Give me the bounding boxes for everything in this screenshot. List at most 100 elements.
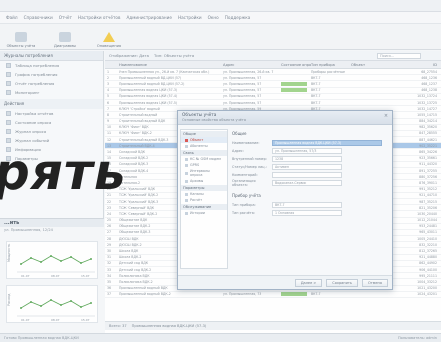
close-icon[interactable]: × xyxy=(383,113,389,119)
field-input[interactable]: Активен xyxy=(272,164,342,170)
journal-item[interactable]: График потребления xyxy=(0,70,103,79)
action-item[interactable]: Журнал опроса xyxy=(0,127,103,136)
row-id: 1030_20440 xyxy=(417,211,437,216)
row-id: 965_43011 xyxy=(419,230,437,235)
table-row[interactable]: 37 Промышленный водный ВДК-2 ул. Промышлен… xyxy=(105,292,441,298)
field-input[interactable]: 1238 xyxy=(272,156,342,162)
grid-search-input[interactable]: Поиск... xyxy=(377,53,421,59)
row-status xyxy=(281,292,311,297)
column-header[interactable]: ID xyxy=(391,63,441,67)
journal-item[interactable]: Мониторинг xyxy=(0,88,103,97)
menu-item[interactable]: Администрирование xyxy=(126,15,172,20)
action-item-label: Состояние опроса xyxy=(15,120,52,125)
nav-item[interactable]: Истории xyxy=(181,210,227,216)
field-label: Наименование: xyxy=(232,141,260,145)
row-id: 1005_24410 xyxy=(417,236,437,241)
status-left: Готово Промышленная водная ВДК-ЦКИ xyxy=(4,336,79,340)
nav-item-label: КС № GSM модем xyxy=(190,157,221,161)
row-id: 982_35620 xyxy=(419,125,437,130)
nav-item-label: GPRS xyxy=(190,163,200,167)
row-id: 1012_21044 xyxy=(417,218,437,223)
row-number: 2 xyxy=(107,75,110,80)
chart-point xyxy=(70,300,72,302)
journal-item-icon xyxy=(6,72,11,77)
field-input[interactable] xyxy=(272,172,342,178)
nav-item[interactable]: Абоненты xyxy=(181,143,227,149)
journal-item-icon xyxy=(6,63,11,68)
form-row: Статус/Номер лиц.: Активен xyxy=(232,163,390,171)
menu-item[interactable]: Настройки отчётов xyxy=(78,15,121,20)
diagrams-button[interactable]: Диаграммы xyxy=(48,24,82,50)
column-header[interactable]: Состояние опроса xyxy=(281,63,311,67)
form-row: Комментарий: xyxy=(232,171,390,179)
nav-item-label: Каналы xyxy=(190,192,204,196)
overlay-caption: рять xyxy=(0,143,127,201)
action-item[interactable]: Состояние опроса xyxy=(0,118,103,127)
field-input[interactable]: ВКТ-7 xyxy=(272,202,342,208)
nav-item[interactable]: Расчёт xyxy=(181,197,227,203)
save-button[interactable]: Сохранить xyxy=(326,278,358,287)
chart-axis-label: Расход xyxy=(7,293,11,306)
column-header[interactable]: Объект xyxy=(351,63,391,67)
row-number: 28 xyxy=(107,236,112,241)
journals-header: Журналы потребления xyxy=(0,51,103,61)
nav-item-icon xyxy=(185,163,188,167)
row-id: 1032_13724 xyxy=(417,94,437,99)
nav-item-icon xyxy=(185,198,188,202)
nav-item-label: Истории xyxy=(190,211,206,215)
chart-point xyxy=(90,258,92,260)
row-id: 468_1236 xyxy=(421,75,437,80)
journal-item[interactable]: Таблица потребления xyxy=(0,61,103,70)
menu-item[interactable]: Отчёт xyxy=(59,15,72,20)
dialog-navigation: Общие Объект Абоненты Связь КС № GSM модем GP… xyxy=(180,129,228,269)
row-id: 862_44902 xyxy=(419,261,437,266)
status-ok-bar xyxy=(281,81,307,86)
nav-item-icon xyxy=(185,192,188,196)
field-input[interactable]: 1 Основная xyxy=(272,210,342,216)
action-item-label: Журнал опроса xyxy=(15,129,47,134)
next-button[interactable]: Далее > xyxy=(294,278,323,287)
field-input[interactable]: Водоканал-Сервис xyxy=(272,180,342,186)
nav-item[interactable]: Архивы xyxy=(181,178,227,184)
row-device-type: ВКТ-7 xyxy=(311,94,321,99)
chart-point xyxy=(90,302,92,304)
journal-item-label: Мониторинг xyxy=(15,90,40,95)
chart-tick-label: 15.07 xyxy=(81,318,90,322)
field-input[interactable]: ул. Промышленная, 57/3 xyxy=(272,148,342,154)
field-input[interactable]: Промышленная водная ВДК-ЦКИ (57-3) xyxy=(272,140,382,146)
power-chart: Мощность 01.07 08.07 15.07 xyxy=(6,241,98,279)
type-filter-label[interactable]: Тип: Объекты учёта xyxy=(154,53,194,58)
journal-item[interactable]: Отчёт потребления xyxy=(0,79,103,88)
chart-point xyxy=(50,299,52,301)
menu-item[interactable]: Справочники xyxy=(24,15,53,20)
chart-point xyxy=(80,306,82,308)
column-header[interactable]: Наименование xyxy=(117,63,223,67)
row-id: 1032_13725 xyxy=(417,100,437,105)
row-id: 953_24481 xyxy=(419,224,437,229)
alerts-button[interactable]: Оповещения xyxy=(92,24,126,50)
display-mode-label[interactable]: Отображение: Дата xyxy=(109,53,149,58)
nav-item-label: Интервалы опроса xyxy=(189,169,210,177)
menu-item[interactable]: Окно xyxy=(208,15,219,20)
chart-point xyxy=(20,263,22,265)
row-status xyxy=(281,81,311,86)
row-number: 6 xyxy=(107,100,110,105)
menu-item[interactable]: Настройки xyxy=(178,15,202,20)
row-number: 5 xyxy=(107,94,110,99)
column-header[interactable]: Адрес xyxy=(223,63,281,67)
column-header[interactable]: Тип прибора xyxy=(311,63,351,67)
chart-tick-label: 08.07 xyxy=(51,318,60,322)
row-id: 821_35206 xyxy=(419,205,437,210)
cancel-button[interactable]: Отмена xyxy=(361,278,388,287)
field-label: Тип прибора: xyxy=(232,203,256,207)
chart-tick-label: 15.07 xyxy=(81,274,90,278)
meters-button[interactable]: Объекты учёта xyxy=(4,24,38,50)
row-number: 37 xyxy=(107,292,112,297)
action-item[interactable]: Настройка отчётов xyxy=(0,109,103,118)
menu-item[interactable]: Поддержка xyxy=(225,15,251,20)
row-id: 891_37255 xyxy=(419,168,437,173)
nav-item[interactable]: Интервалы опроса xyxy=(181,168,227,178)
dialog-body: Общие Наименование: Промышленная водная В… xyxy=(232,129,390,269)
grid-footer: Всего: 37 Промышленная водная ВДК-ЦКИ (5… xyxy=(105,321,441,330)
menu-item[interactable]: Файл xyxy=(6,15,18,20)
